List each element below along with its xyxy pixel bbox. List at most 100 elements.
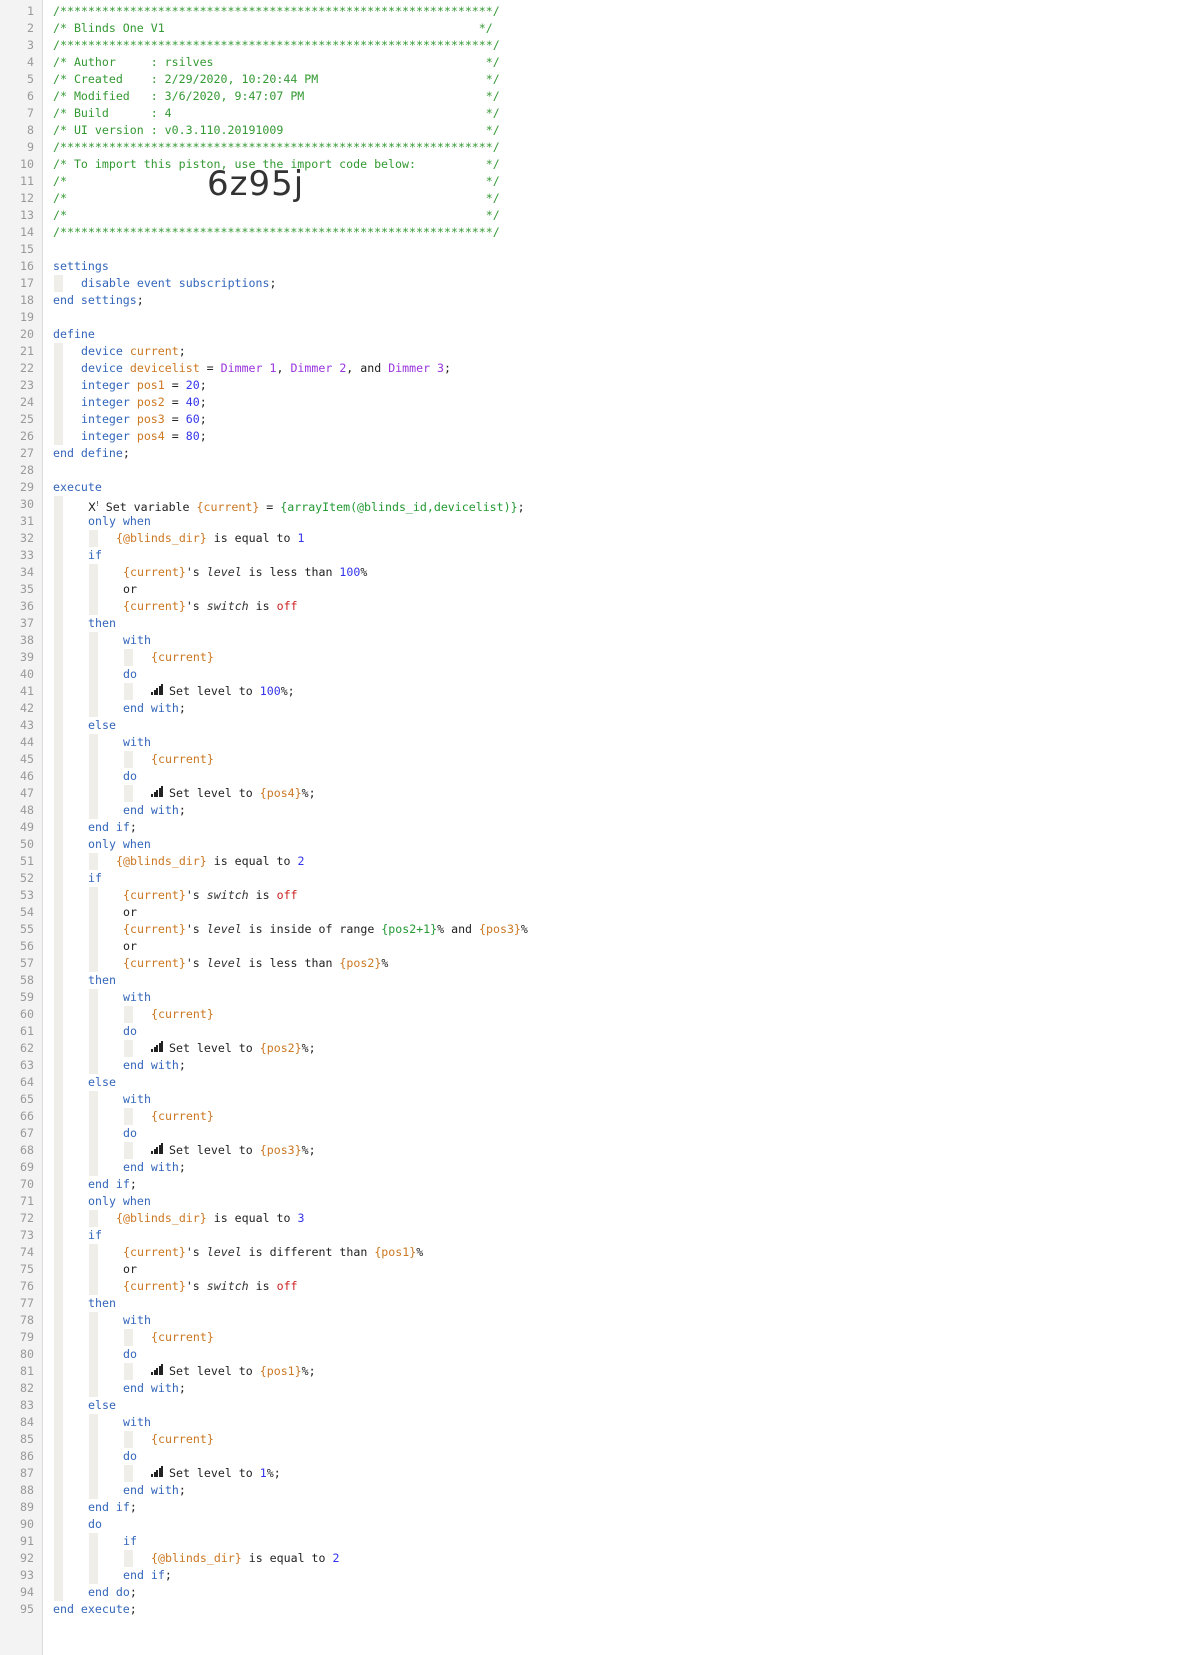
code-line: 95 end execute;: [0, 1601, 1178, 1618]
signal-bars-icon: [151, 1466, 164, 1477]
signal-bars-icon: [151, 1143, 164, 1154]
code-token: {pos2+1}: [381, 922, 438, 936]
code-token: {@blinds_dir}: [116, 854, 207, 868]
code-token: end if: [88, 1500, 130, 1514]
code-token: /***************************************…: [53, 38, 500, 52]
code-text: else: [88, 1397, 116, 1414]
code-token: is different than: [241, 1245, 375, 1259]
code-token: 2: [297, 854, 305, 868]
code-token: {pos3}: [259, 1143, 302, 1157]
code-token: end with: [123, 1160, 179, 1174]
line-number: 19: [20, 310, 34, 324]
code-line: 41 Set level to 100%;: [0, 683, 1178, 700]
code-line: 57 {current}'s level is less than {pos2}%: [0, 955, 1178, 972]
code-token: is equal to: [206, 854, 298, 868]
code-token: {pos4}: [259, 786, 302, 800]
code-token: 's: [185, 599, 207, 613]
line-number: 59: [20, 990, 34, 1004]
code-token: if: [88, 871, 102, 885]
code-token: do: [123, 1024, 137, 1038]
code-token: if: [123, 1534, 137, 1548]
code-token: integer: [81, 378, 137, 392]
code-token: end do: [88, 1585, 130, 1599]
code-token: switch: [206, 888, 249, 902]
line-number: 66: [20, 1109, 34, 1123]
code-token: ;: [178, 803, 186, 817]
line-number: 31: [20, 514, 34, 528]
code-token: or: [123, 1262, 137, 1276]
code-line: 39 {current}: [0, 649, 1178, 666]
code-text: {@blinds_dir} is equal to 1: [116, 530, 304, 547]
code-token: Set level to: [169, 684, 260, 698]
code-token: ;: [129, 820, 137, 834]
code-line: 63 end with;: [0, 1057, 1178, 1074]
line-number: 72: [20, 1211, 34, 1225]
code-token: 80: [185, 429, 200, 443]
code-token: %: [416, 1245, 424, 1259]
line-number: 15: [20, 242, 34, 256]
line-number: 52: [20, 871, 34, 885]
code-text: end with;: [123, 1482, 186, 1499]
code-token: end with: [123, 803, 179, 817]
code-text: then: [88, 615, 116, 632]
line-number: 76: [20, 1279, 34, 1293]
code-line: 74 {current}'s level is different than {p…: [0, 1244, 1178, 1261]
line-number: 51: [20, 854, 34, 868]
code-line: 33 if: [0, 547, 1178, 564]
code-text: do: [88, 1516, 102, 1533]
line-number: 40: [20, 667, 34, 681]
code-line: 18 end settings;: [0, 292, 1178, 309]
line-number: 84: [20, 1415, 34, 1429]
code-token: switch: [206, 599, 249, 613]
line-number: 87: [20, 1466, 34, 1480]
x-disabled-icon[interactable]: X!: [88, 500, 99, 514]
code-text: end settings;: [53, 292, 144, 309]
code-token: 1: [297, 531, 305, 545]
code-token: device: [81, 361, 130, 375]
line-number: 86: [20, 1449, 34, 1463]
line-number: 22: [20, 361, 34, 375]
code-token: Set level to: [169, 786, 260, 800]
code-line: 65 with: [0, 1091, 1178, 1108]
code-line: 16 settings: [0, 258, 1178, 275]
code-line: 30 X! Set variable {current} = {arrayItem…: [0, 496, 1178, 514]
code-token: off: [276, 888, 298, 902]
code-token: %;: [301, 786, 316, 800]
line-number: 49: [20, 820, 34, 834]
code-token: with: [123, 990, 151, 1004]
line-number: 48: [20, 803, 34, 817]
code-token: /***************************************…: [53, 140, 500, 154]
code-text: or: [123, 938, 137, 955]
code-text: if: [123, 1533, 137, 1550]
code-line: 73 if: [0, 1227, 1178, 1244]
code-token: else: [88, 718, 116, 732]
code-text: {current}'s level is less than {pos2}%: [123, 955, 388, 972]
line-number: 82: [20, 1381, 34, 1395]
line-number: 45: [20, 752, 34, 766]
code-token: ;: [444, 361, 452, 375]
line-number: 70: [20, 1177, 34, 1191]
code-text: else: [88, 717, 116, 734]
code-token: or: [123, 582, 137, 596]
code-line: 8 /* UI version : v0.3.110.20191009 */: [0, 122, 1178, 139]
code-text: with: [123, 632, 151, 649]
line-number: 56: [20, 939, 34, 953]
line-number: 10: [20, 157, 34, 171]
code-line: 62 Set level to {pos2}%;: [0, 1040, 1178, 1057]
line-number: 5: [27, 72, 34, 86]
code-token: {current}: [151, 1432, 214, 1446]
code-text: end do;: [88, 1584, 137, 1601]
code-token: end with: [123, 1381, 179, 1395]
line-number: 79: [20, 1330, 34, 1344]
code-token: device: [81, 344, 130, 358]
code-token: ;: [129, 1585, 137, 1599]
code-token: with: [123, 1092, 151, 1106]
import-code: 6z95j: [207, 164, 305, 204]
code-token: only when: [88, 1194, 151, 1208]
code-text: {current}: [151, 751, 214, 768]
code-text: integer pos2 = 40;: [81, 394, 207, 411]
line-number: 63: [20, 1058, 34, 1072]
signal-bars-icon: [151, 684, 164, 695]
code-text: or: [123, 581, 137, 598]
code-text: Set level to {pos3}%;: [151, 1142, 316, 1159]
